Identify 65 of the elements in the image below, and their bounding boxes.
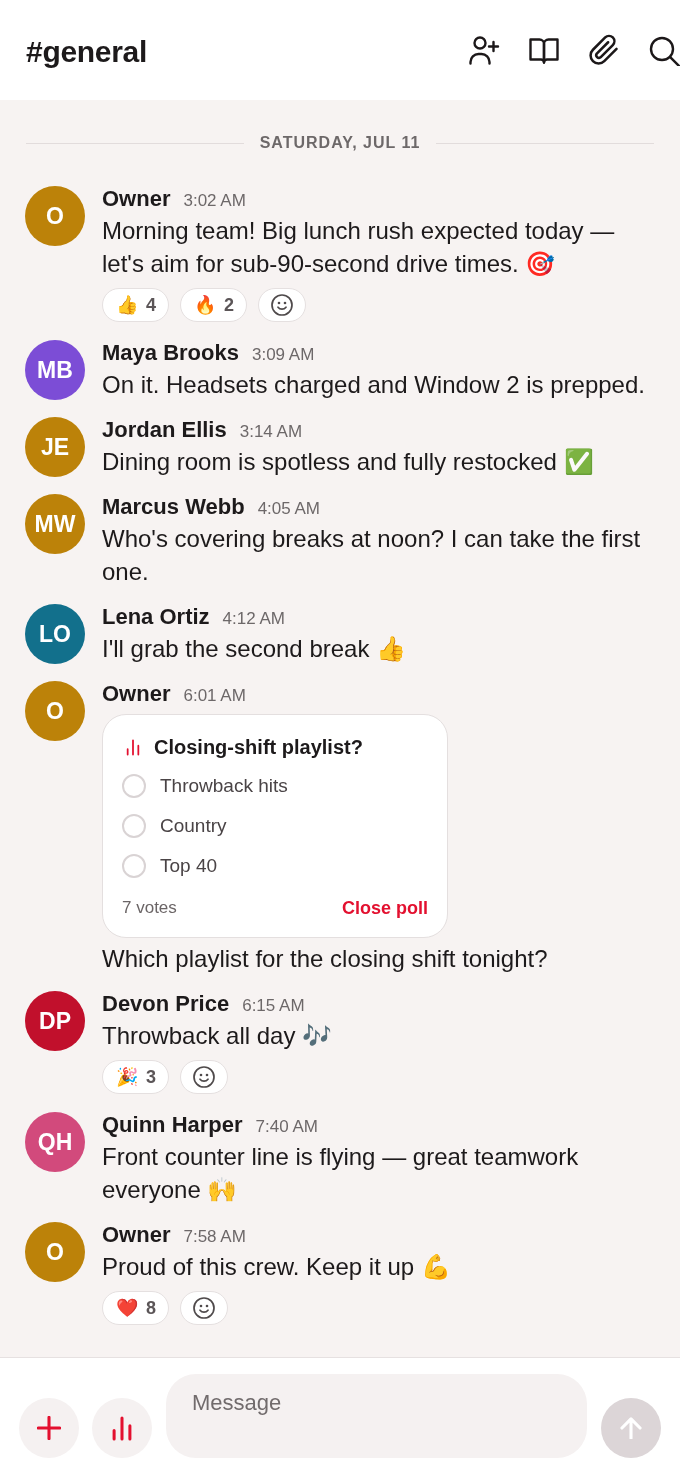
plus-icon [37, 1416, 61, 1440]
user-avatar: MW [25, 494, 85, 554]
message-text: Morning team! Big lunch rush expected today — let's aim for sub-90-second drive times. 🎯 [102, 216, 616, 279]
add-reaction-button[interactable] [180, 1291, 228, 1325]
message-text: Proud of this crew. Keep it up 💪 [102, 1252, 452, 1282]
message-text: Which playlist for the closing shift tonight? [102, 944, 549, 974]
add-reaction-button[interactable] [258, 288, 307, 322]
message-time: 3:02 AM [183, 190, 246, 212]
author-name: Owner [102, 1221, 171, 1249]
reaction-button[interactable]: ❤ 8 [102, 1291, 169, 1325]
message-time: 6:15 AM [242, 995, 305, 1017]
message-text: Who's covering breaks at noon? I can take the first one. [102, 524, 642, 587]
smiley-icon [193, 1066, 215, 1088]
smiley-icon [271, 294, 294, 316]
user-avatar: JE [25, 417, 85, 477]
author-name: Owner [102, 185, 171, 213]
arrow-up-icon [620, 1417, 642, 1439]
bar-chart-icon [125, 738, 141, 756]
user-avatar: O [25, 681, 85, 741]
reaction-button[interactable]: 🎉 3 [102, 1060, 169, 1094]
add-person-icon[interactable] [468, 34, 500, 66]
reaction-button[interactable]: 🔥 2 [180, 288, 248, 322]
bar-chart-icon [112, 1415, 132, 1441]
reaction-button[interactable]: 👍 4 [102, 288, 169, 322]
user-avatar: QH [25, 1112, 85, 1172]
author-name: Quinn Harper [102, 1111, 243, 1139]
user-avatar: LO [25, 604, 85, 664]
option-label: Top 40 [160, 855, 218, 877]
message-text: Throwback all day 🎶 [102, 1021, 334, 1051]
message-time: 7:40 AM [255, 1116, 318, 1138]
user-avatar: DP [25, 991, 85, 1051]
author-name: Marcus Webb [102, 493, 245, 521]
message-time: 4:12 AM [222, 608, 285, 630]
close-poll-button[interactable]: Close poll [342, 897, 428, 919]
option-label: Throwback hits [160, 775, 288, 797]
option-label: Country [160, 815, 227, 837]
radio-button[interactable] [122, 814, 146, 838]
message-time: 7:58 AM [183, 1226, 246, 1248]
vote-count: 7 votes [122, 898, 177, 918]
message-text: Dining room is spotless and fully restocked ✅ [102, 447, 595, 477]
search-icon[interactable] [648, 34, 680, 66]
message-time: 3:09 AM [251, 344, 315, 366]
author-name: Maya Brooks [102, 339, 239, 367]
paperclip-icon[interactable] [588, 34, 620, 66]
author-name: Lena Ortiz [102, 603, 210, 631]
message-text: I'll grab the second break 👍 [102, 634, 408, 664]
add-reaction-button[interactable] [180, 1060, 228, 1094]
message-time: 4:05 AM [257, 498, 320, 520]
user-avatar: O [25, 1222, 85, 1282]
message-time: 3:14 AM [239, 421, 303, 443]
poll-title: Closing-shift playlist? [154, 735, 363, 759]
radio-button[interactable] [122, 774, 146, 798]
message-text: Front counter line is flying — great teamwork everyone 🙌 [102, 1142, 580, 1205]
date-label: SATURDAY, JUL 11 [259, 133, 421, 153]
author-name: Jordan Ellis [102, 416, 227, 444]
message-text: On it. Headsets charged and Window 2 is prepped. [102, 370, 646, 400]
smiley-icon [193, 1297, 215, 1319]
channel-title: #general [26, 34, 147, 70]
author-name: Owner [102, 680, 171, 708]
message-time: 6:01 AM [183, 685, 246, 707]
radio-button[interactable] [122, 854, 146, 878]
user-avatar: MB [25, 340, 85, 400]
author-name: Devon Price [102, 990, 230, 1018]
message-field[interactable]: Message [166, 1374, 587, 1458]
user-avatar: O [25, 186, 85, 246]
